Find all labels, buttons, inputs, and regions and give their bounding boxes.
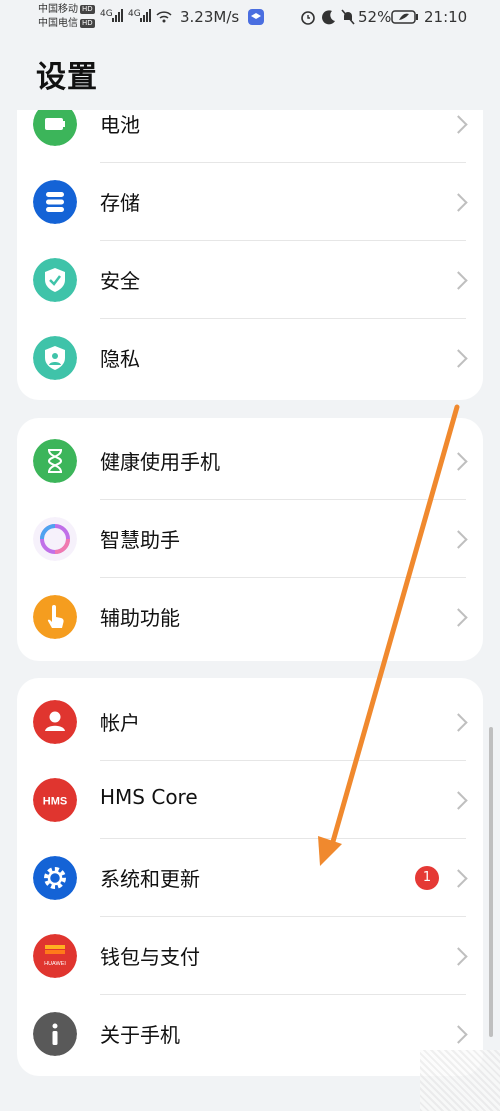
annotation-arrow (318, 404, 460, 866)
watermark (420, 1050, 500, 1111)
